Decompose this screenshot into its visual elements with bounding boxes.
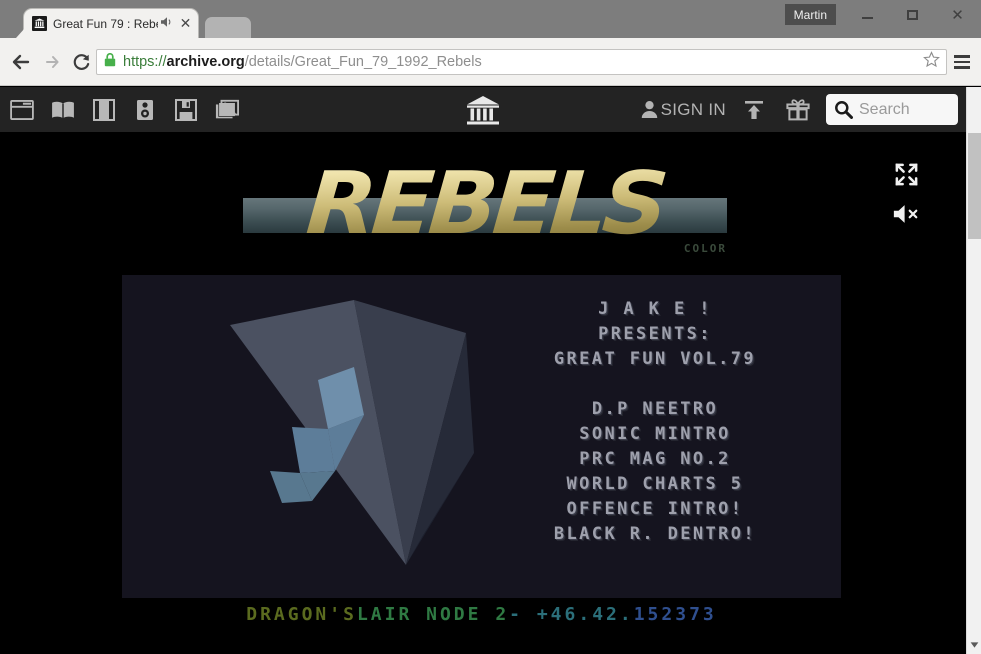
page-scroll-thumb[interactable] (968, 133, 981, 239)
demo-menu-line-1: D.P NEETRO (591, 399, 719, 419)
demo-heading-line-3: GREAT FUN VOL.79 (553, 349, 757, 369)
browser-menu-button[interactable] (950, 50, 974, 74)
user-profile-badge[interactable]: Martin (784, 4, 836, 25)
page-scrollbar[interactable] (966, 87, 981, 654)
demo-heading-line-1: J A K E ! (598, 299, 712, 319)
arrow-right-icon (46, 56, 59, 68)
emulator-stage[interactable]: REBELS COLOR J A K E ! PRESENTS: GREAT F… (0, 132, 966, 642)
gift-icon[interactable] (782, 94, 814, 126)
scrolltext-part-1: DRAGON'S (246, 603, 357, 625)
video-film-icon[interactable] (88, 94, 120, 126)
hamburger-menu-icon (954, 55, 970, 58)
url-scheme: https:// (123, 54, 167, 70)
reload-button[interactable] (66, 47, 96, 77)
url-text: https://archive.org/details/Great_Fun_79… (123, 54, 919, 70)
window-titlebar: Great Fun 79 : Rebels : ✕ Martin ✕ (0, 0, 981, 38)
search-box[interactable]: Search (826, 94, 958, 125)
scroll-down-button[interactable] (967, 638, 981, 652)
upload-icon[interactable] (738, 94, 770, 126)
demo-menu-line-3: PRC MAG NO.2 (579, 449, 731, 469)
stage-bottom-strip (0, 630, 966, 642)
texts-book-icon[interactable] (47, 94, 79, 126)
audio-speaker-icon[interactable] (129, 94, 161, 126)
url-host: archive.org (166, 54, 245, 70)
user-icon (641, 101, 657, 118)
archive-header: SIGN IN Search (0, 87, 966, 132)
mute-button[interactable] (889, 197, 923, 231)
window-minimize-button[interactable] (845, 0, 890, 30)
demo-heading-line-2: PRESENTS: (598, 324, 712, 344)
chevron-down-icon (970, 642, 979, 648)
reload-icon (73, 53, 89, 70)
rebels-logo-text: REBELS (225, 151, 746, 256)
lock-icon (104, 52, 116, 72)
web-icon[interactable] (6, 94, 38, 126)
scrolltext-part-4: 152373 (633, 603, 717, 625)
browser-toolbar: https://archive.org/details/Great_Fun_79… (0, 38, 981, 86)
internet-archive-building-icon[interactable] (465, 94, 501, 126)
minimize-icon (862, 17, 873, 19)
rebels-logo: REBELS COLOR (243, 151, 727, 256)
rebels-logo-subtitle: COLOR (683, 242, 727, 255)
browser-tab[interactable]: Great Fun 79 : Rebels : ✕ (24, 9, 198, 38)
forward-button[interactable] (38, 47, 68, 77)
sign-in-button[interactable]: SIGN IN (641, 100, 726, 120)
star-icon[interactable] (923, 51, 940, 73)
fullscreen-expand-icon (895, 163, 917, 185)
demo-menu-line-2: SONIC MINTRO (579, 424, 731, 444)
scrolltext-part-3: - +46.42. (509, 603, 634, 625)
demo-scrolltext: DRAGON'S LAIR NODE 2 - +46.42. 152373 (122, 600, 841, 628)
archive-logo-icon (32, 16, 47, 31)
archive-account-nav: SIGN IN Search (641, 87, 958, 132)
search-input[interactable]: Search (859, 101, 910, 119)
url-path: /details/Great_Fun_79_1992_Rebels (244, 54, 482, 70)
emulator-controls (889, 157, 923, 237)
window-maximize-button[interactable] (890, 0, 935, 30)
search-icon (835, 101, 853, 119)
demo-menu-line-5: OFFENCE INTRO! (566, 499, 744, 519)
arrow-left-icon (12, 54, 30, 70)
close-icon: ✕ (951, 6, 964, 24)
window-close-button[interactable]: ✕ (935, 0, 980, 30)
browser-window: Great Fun 79 : Rebels : ✕ Martin ✕ (0, 0, 981, 654)
demo-menu-line-4: WORLD CHARTS 5 (566, 474, 744, 494)
images-icon[interactable] (211, 94, 243, 126)
archive-media-nav (6, 87, 243, 132)
tab-close-icon[interactable]: ✕ (179, 16, 192, 30)
new-tab-button[interactable] (205, 17, 251, 38)
sign-in-label: SIGN IN (660, 99, 726, 119)
tab-title: Great Fun 79 : Rebels : (53, 16, 158, 31)
maximize-icon (907, 10, 918, 20)
fullscreen-button[interactable] (889, 157, 923, 191)
software-floppy-icon[interactable] (170, 94, 202, 126)
speaker-muted-icon (893, 205, 918, 223)
demo-text-block: J A K E ! PRESENTS: GREAT FUN VOL.79 D.P… (505, 297, 805, 547)
address-bar[interactable]: https://archive.org/details/Great_Fun_79… (96, 49, 947, 75)
demo-canvas[interactable]: J A K E ! PRESENTS: GREAT FUN VOL.79 D.P… (122, 275, 841, 598)
speaker-playing-icon[interactable] (160, 15, 174, 33)
back-button[interactable] (6, 47, 36, 77)
scrolltext-part-2: LAIR NODE 2 (356, 603, 510, 625)
demo-menu-line-6: BLACK R. DENTRO! (553, 524, 757, 544)
